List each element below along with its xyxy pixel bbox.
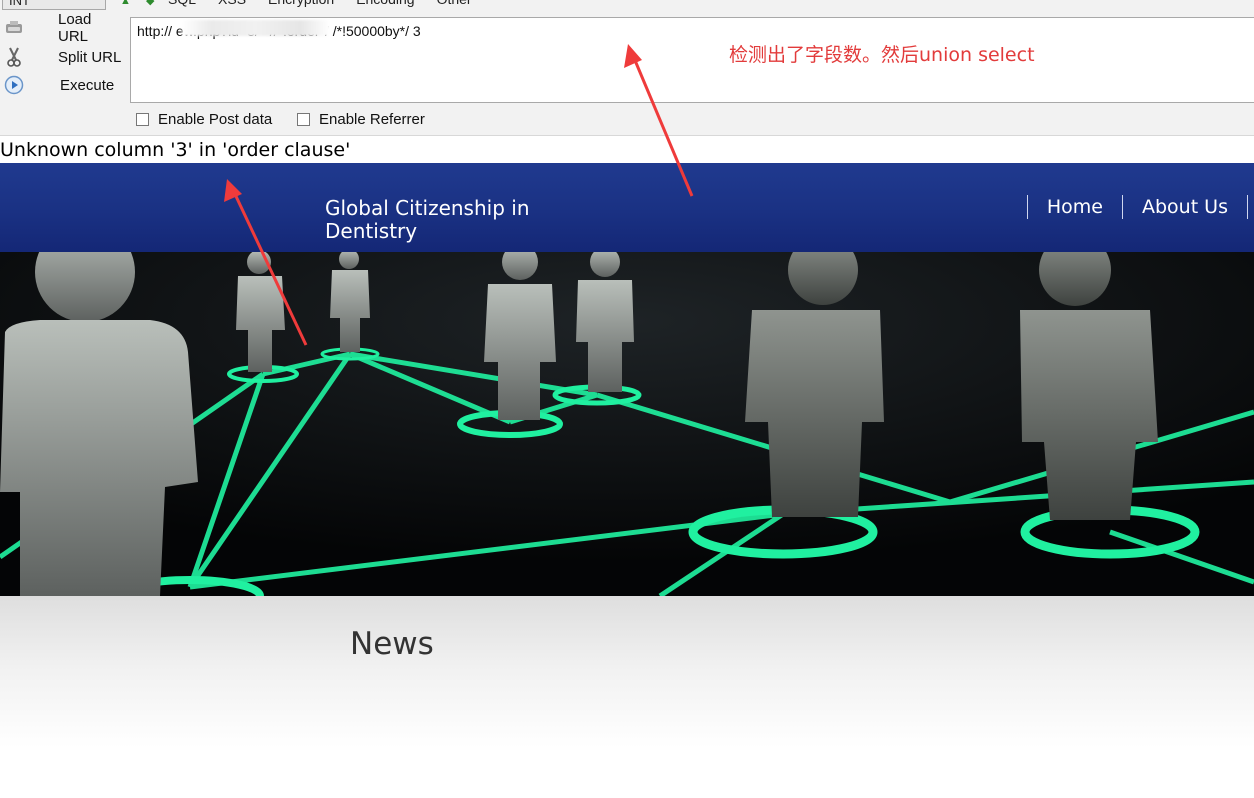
network-people-illustration bbox=[0, 252, 1254, 596]
site-header: Global Citizenship in Dentistry Home Abo… bbox=[0, 163, 1254, 252]
load-url-icon bbox=[4, 18, 24, 38]
menu-encoding[interactable]: Encoding bbox=[356, 0, 414, 8]
execute-button[interactable]: Execute bbox=[4, 73, 122, 97]
load-url-button[interactable]: Load URL bbox=[4, 11, 122, 45]
execute-label: Execute bbox=[60, 76, 115, 94]
enable-referrer-label: Enable Referrer bbox=[319, 111, 425, 128]
split-url-button[interactable]: Split URL bbox=[4, 45, 122, 69]
hero-banner bbox=[0, 252, 1254, 596]
hackbar-toolbar: INT ▲ ◆ SQL XSS Encryption Encoding Othe… bbox=[0, 0, 1254, 136]
menu-other[interactable]: Other bbox=[437, 0, 472, 8]
enable-post-label: Enable Post data bbox=[158, 111, 273, 128]
content-area: News bbox=[0, 596, 1254, 798]
site-title[interactable]: Global Citizenship in Dentistry bbox=[325, 197, 555, 243]
redacted-host bbox=[182, 20, 330, 36]
sql-error-message: Unknown column '3' in 'order clause' bbox=[0, 139, 351, 161]
news-heading: News bbox=[350, 626, 434, 662]
checkbox-box[interactable] bbox=[136, 113, 149, 126]
menu-sql[interactable]: SQL bbox=[168, 0, 196, 8]
annotation-text: 检测出了字段数。然后union select bbox=[729, 44, 1035, 66]
main-nav: Home About Us bbox=[1026, 195, 1248, 219]
split-url-label: Split URL bbox=[58, 48, 122, 66]
nav-divider bbox=[1247, 195, 1248, 219]
scissors-icon bbox=[4, 47, 24, 67]
nav-about-us[interactable]: About Us bbox=[1121, 195, 1247, 219]
load-url-label: Load URL bbox=[58, 11, 92, 45]
enable-post-checkbox[interactable]: Enable Post data bbox=[136, 111, 272, 128]
menu-encryption[interactable]: Encryption bbox=[268, 0, 334, 8]
nav-home[interactable]: Home bbox=[1026, 195, 1122, 219]
play-icon bbox=[4, 75, 24, 95]
enable-referrer-checkbox[interactable]: Enable Referrer bbox=[297, 111, 425, 128]
hackbar-arrow-icons: ▲ ◆ bbox=[120, 0, 161, 7]
injection-type-select[interactable]: INT bbox=[2, 0, 106, 10]
checkbox-box[interactable] bbox=[297, 113, 310, 126]
hackbar-menu: SQL XSS Encryption Encoding Other bbox=[168, 0, 494, 8]
menu-xss[interactable]: XSS bbox=[218, 0, 246, 8]
